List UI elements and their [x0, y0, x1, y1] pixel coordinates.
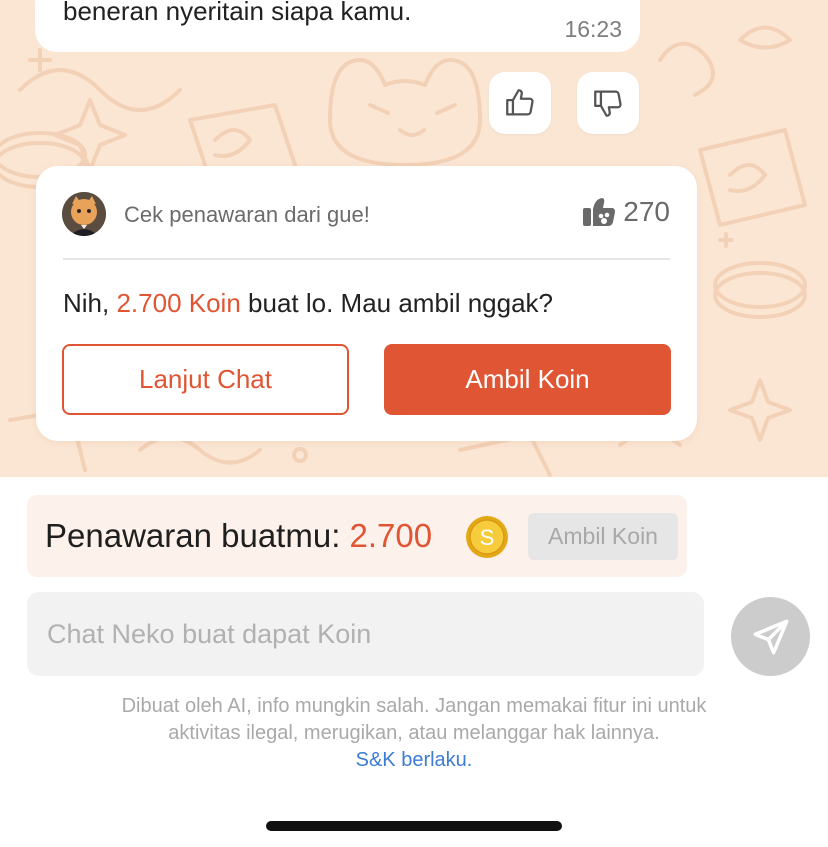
home-indicator [266, 821, 562, 831]
disclaimer-line-1: Dibuat oleh AI, info mungkin salah. Jang… [121, 695, 707, 717]
chat-input[interactable] [27, 592, 704, 676]
send-button[interactable] [731, 597, 810, 676]
send-icon [753, 619, 788, 654]
offer-bar: Penawaran buatmu: 2.700 S Ambil Koin [27, 495, 687, 577]
offer-message-amount: 2.700 Koin [116, 288, 241, 318]
offer-bar-take-coins-button[interactable]: Ambil Koin [528, 513, 678, 560]
message-timestamp: 16:23 [564, 16, 622, 42]
offer-card: Cek penawaran dari gue! 270 Nih, 2.700 K… [36, 166, 697, 441]
ai-disclaimer: Dibuat oleh AI, info mungkin salah. Jang… [40, 693, 788, 774]
disclaimer-line-2: aktivitas ilegal, merugikan, atau melang… [168, 722, 660, 744]
thumbs-up-button[interactable] [489, 72, 551, 134]
previous-message-text: beneran nyeritain siapa kamu. [63, 0, 412, 26]
thumbs-up-icon [506, 89, 534, 116]
card-divider [63, 258, 670, 260]
terms-link[interactable]: S&K berlaku. [40, 747, 788, 774]
offer-header: Cek penawaran dari gue! [124, 202, 370, 227]
svg-text:S: S [480, 525, 495, 550]
neko-avatar [62, 192, 106, 236]
continue-chat-button[interactable]: Lanjut Chat [62, 344, 349, 415]
likes-count: 270 [623, 196, 670, 227]
previous-message-bubble: beneran nyeritain siapa kamu. 16:23 [35, 0, 640, 52]
offer-message-prefix: Nih, [63, 288, 117, 318]
paw-thumbs-up-icon [583, 198, 616, 226]
offer-bar-label: Penawaran buatmu: [45, 517, 350, 554]
chat-background: beneran nyeritain siapa kamu. 16:23 Cek … [0, 0, 828, 477]
offer-bar-text: Penawaran buatmu: 2.700 [45, 517, 432, 555]
thumbs-down-icon [594, 90, 622, 117]
offer-message: Nih, 2.700 Koin buat lo. Mau ambil nggak… [63, 288, 553, 319]
take-coins-button[interactable]: Ambil Koin [384, 344, 671, 415]
offer-bar-amount: 2.700 [349, 517, 433, 554]
offer-message-suffix: buat lo. Mau ambil nggak? [240, 288, 553, 318]
coin-icon: S [466, 516, 508, 558]
likes-counter: 270 [581, 196, 670, 228]
thumbs-down-button[interactable] [577, 72, 639, 134]
